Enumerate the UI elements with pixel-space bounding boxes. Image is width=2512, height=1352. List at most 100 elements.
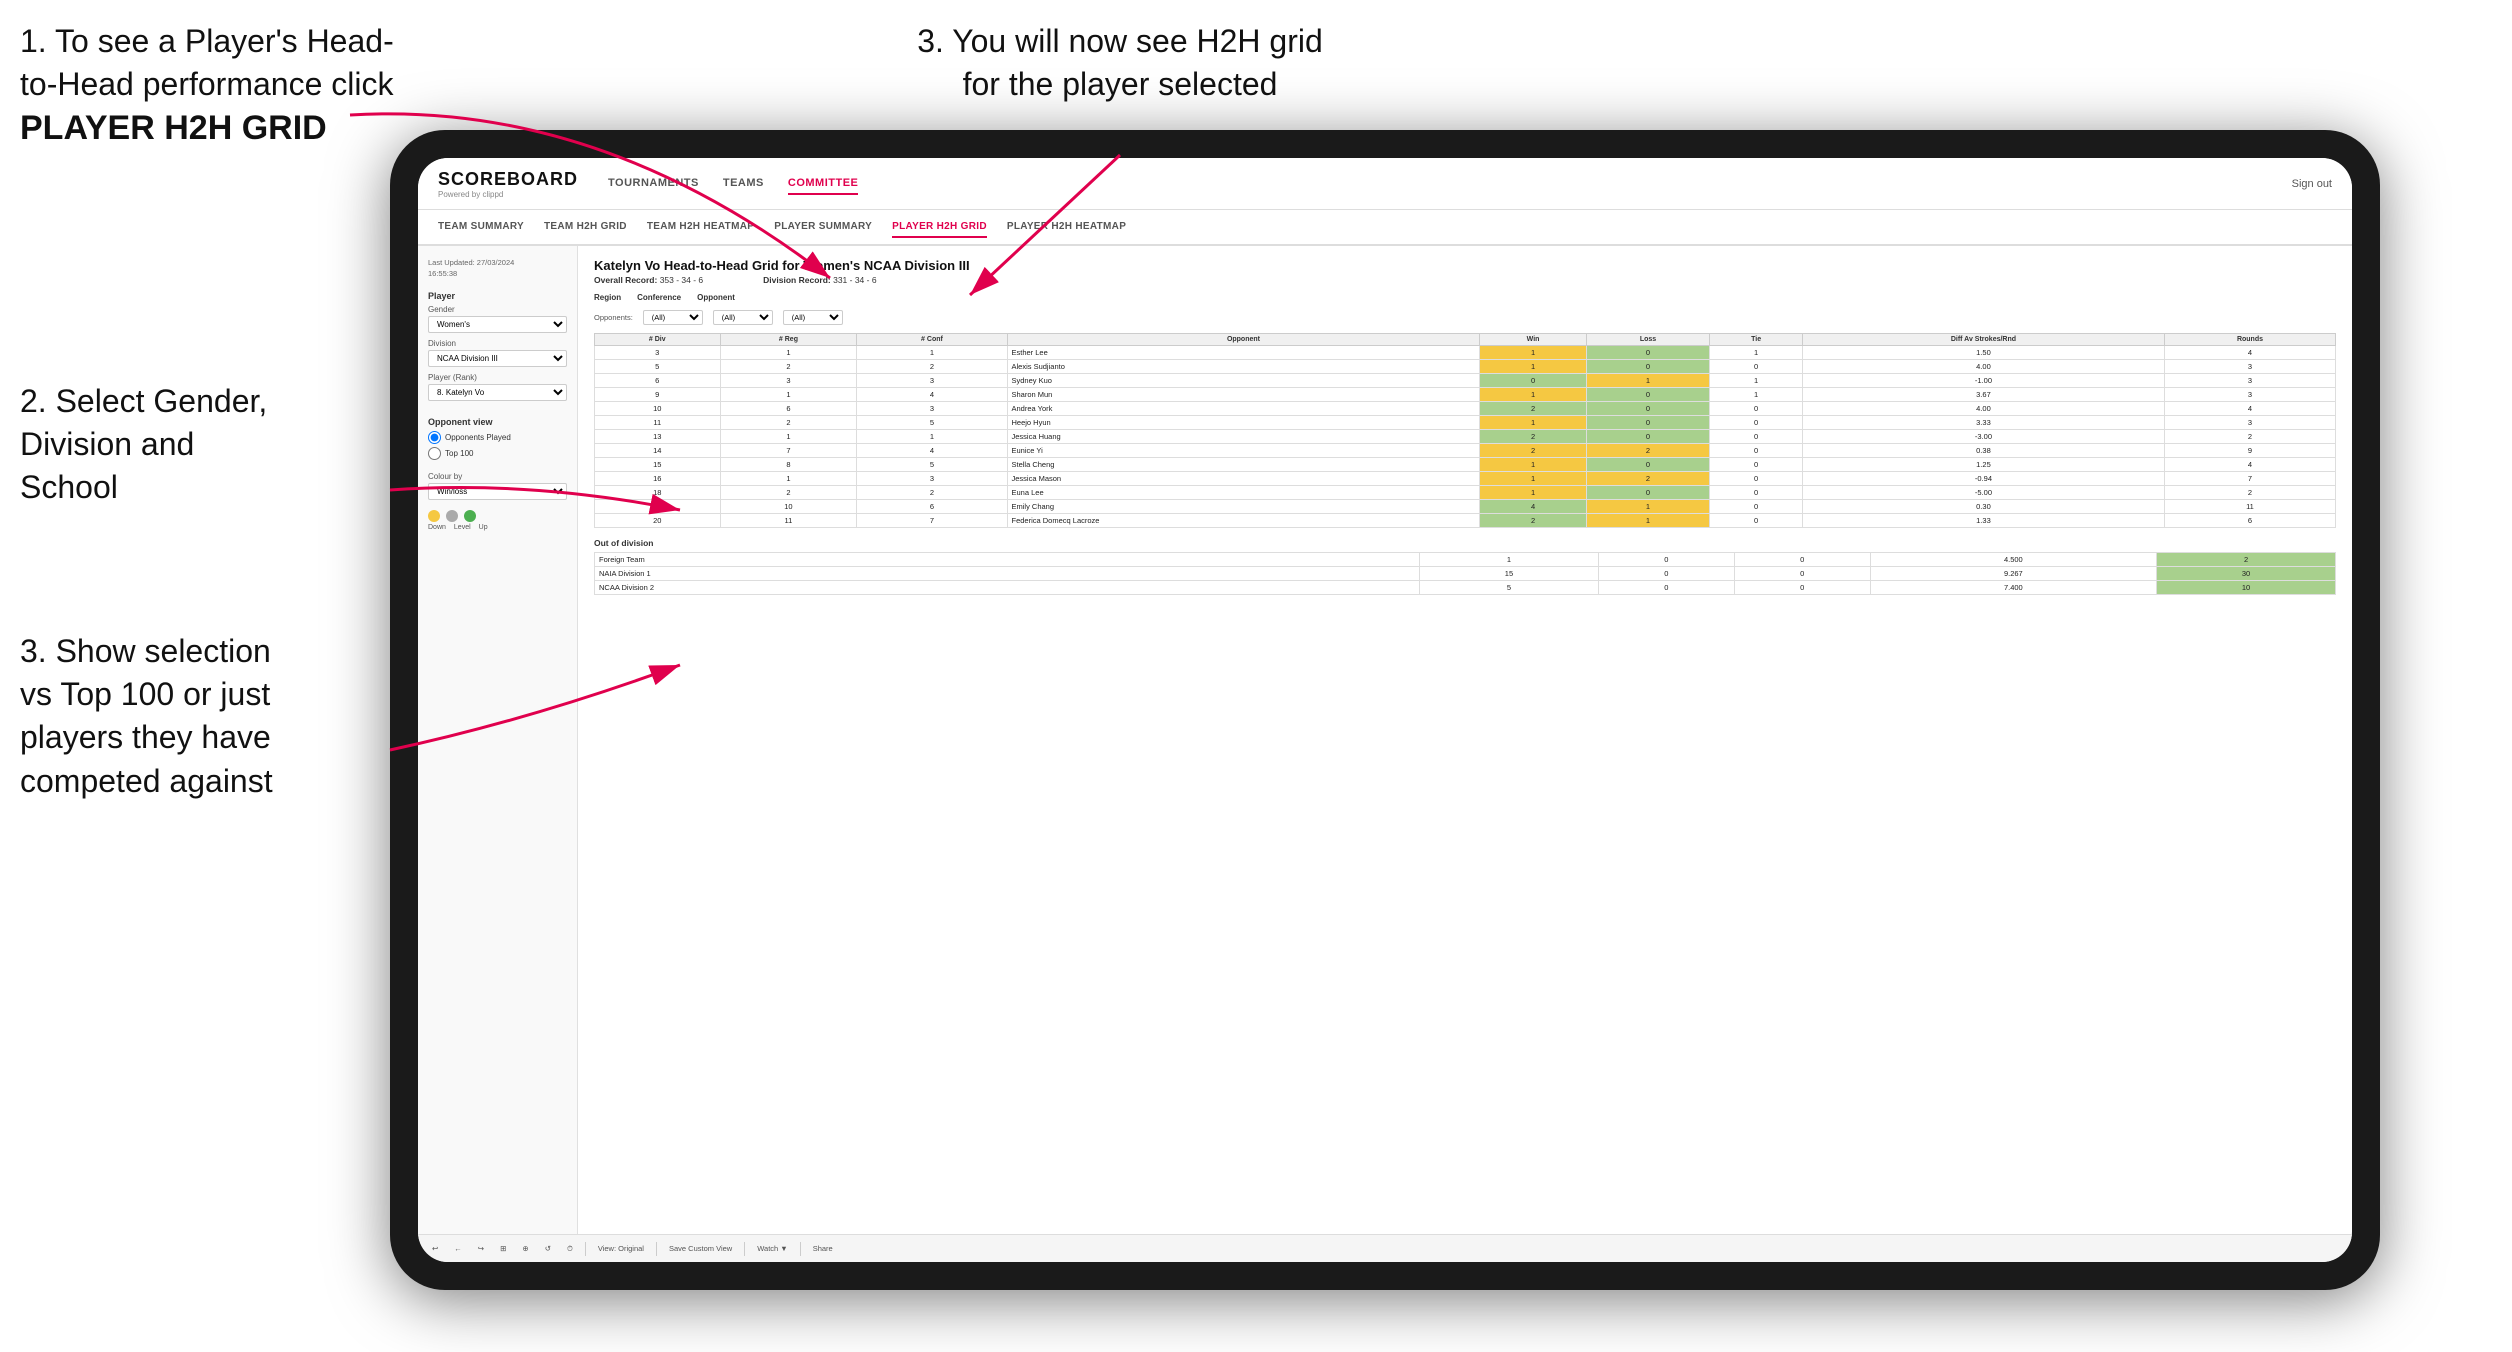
cell-reg: 1: [720, 346, 857, 360]
table-row: 5 2 2 Alexis Sudjianto 1 0 0 4.00 3: [595, 360, 2336, 374]
cell-conf: 1: [857, 430, 1007, 444]
gender-select[interactable]: Women's: [428, 316, 567, 333]
toolbar-grid[interactable]: ⊞: [496, 1242, 510, 1255]
sub-nav-team-heatmap[interactable]: TEAM H2H HEATMAP: [647, 217, 754, 238]
col-rounds: Rounds: [2164, 334, 2335, 346]
ood-diff: 9.267: [1870, 567, 2157, 581]
cell-reg: 2: [720, 416, 857, 430]
toolbar-share[interactable]: Share: [809, 1242, 837, 1255]
table-row: 19 10 6 Emily Chang 4 1 0 0.30 11: [595, 500, 2336, 514]
cell-reg: 7: [720, 444, 857, 458]
ood-table-row: NAIA Division 1 15 0 0 9.267 30: [595, 567, 2336, 581]
ood-rounds: 30: [2157, 567, 2336, 581]
opp-filter-select[interactable]: (All): [783, 310, 843, 325]
cell-div: 11: [595, 416, 721, 430]
out-of-division-table: Foreign Team 1 0 0 4.500 2 NAIA Division…: [594, 552, 2336, 595]
cell-win: 1: [1480, 360, 1586, 374]
cell-loss: 0: [1586, 402, 1710, 416]
instr-tl-1: 1. To see a Player's Head-to-Head perfor…: [20, 23, 394, 102]
cell-rounds: 2: [2164, 430, 2335, 444]
table-row: 6 3 3 Sydney Kuo 0 1 1 -1.00 3: [595, 374, 2336, 388]
cell-win: 1: [1480, 472, 1586, 486]
sub-nav-player-heatmap[interactable]: PLAYER H2H HEATMAP: [1007, 217, 1126, 238]
player-rank-select[interactable]: 8. Katelyn Vo: [428, 384, 567, 401]
down-dot: [428, 510, 440, 522]
cell-opponent: Eunice Yi: [1007, 444, 1480, 458]
nav-committee[interactable]: COMMITTEE: [788, 173, 859, 195]
left-sidebar: Last Updated: 27/03/2024 16:55:38 Player…: [418, 246, 578, 1234]
opponents-filter-select[interactable]: (All): [643, 310, 703, 325]
toolbar-view-original[interactable]: View: Original: [594, 1242, 648, 1255]
cell-div: 3: [595, 346, 721, 360]
toolbar-undo[interactable]: ↩: [428, 1242, 442, 1255]
out-of-division-header: Out of division: [594, 538, 2336, 548]
instr-tr: 3. You will now see H2H gridfor the play…: [917, 23, 1323, 102]
nav-teams[interactable]: TEAMS: [723, 173, 764, 195]
cell-rounds: 6: [2164, 514, 2335, 528]
nav-tournaments[interactable]: TOURNAMENTS: [608, 173, 699, 195]
logo-sub: Powered by clippd: [438, 190, 578, 199]
opponent-view-label: Opponent view: [428, 417, 567, 427]
col-win: Win: [1480, 334, 1586, 346]
cell-rounds: 9: [2164, 444, 2335, 458]
cell-conf: 7: [857, 514, 1007, 528]
tablet-frame: SCOREBOARD Powered by clippd TOURNAMENTS…: [390, 130, 2380, 1290]
ood-tie: 0: [1734, 581, 1870, 595]
ood-diff: 4.500: [1870, 553, 2157, 567]
filter-conference: Conference: [637, 293, 681, 302]
toolbar-add[interactable]: ⊕: [518, 1242, 532, 1255]
bottom-toolbar: ↩ ← ↪ ⊞ ⊕ ↺ ⏱ View: Original Save Custom…: [418, 1234, 2352, 1262]
cell-conf: 4: [857, 388, 1007, 402]
top-100-radio[interactable]: [428, 447, 441, 460]
nav-right: Sign out: [2292, 178, 2332, 190]
toolbar-back[interactable]: ←: [450, 1242, 466, 1255]
ood-rounds: 10: [2157, 581, 2336, 595]
cell-opponent: Euna Lee: [1007, 486, 1480, 500]
cell-loss: 0: [1586, 430, 1710, 444]
cell-tie: 0: [1710, 402, 1803, 416]
player-rank-label: Player (Rank): [428, 373, 567, 382]
down-label: Down: [428, 524, 446, 531]
cell-opponent: Stella Cheng: [1007, 458, 1480, 472]
tablet-screen: SCOREBOARD Powered by clippd TOURNAMENTS…: [418, 158, 2352, 1262]
cell-rounds: 3: [2164, 388, 2335, 402]
colour-select[interactable]: Win/loss: [428, 483, 567, 500]
cell-diff: -1.00: [1802, 374, 2164, 388]
toolbar-save-view[interactable]: Save Custom View: [665, 1242, 736, 1255]
opponents-played-radio[interactable]: [428, 431, 441, 444]
sub-nav-team-summary[interactable]: TEAM SUMMARY: [438, 217, 524, 238]
nav-links: TOURNAMENTS TEAMS COMMITTEE: [608, 173, 2292, 195]
cell-div: 19: [595, 500, 721, 514]
up-label: Up: [479, 524, 488, 531]
toolbar-watch[interactable]: Watch ▼: [753, 1242, 791, 1255]
cell-tie: 0: [1710, 486, 1803, 500]
filter-section: Region Conference Opponent: [594, 293, 2336, 302]
cell-conf: 3: [857, 472, 1007, 486]
cell-opponent: Esther Lee: [1007, 346, 1480, 360]
cell-div: 15: [595, 458, 721, 472]
cell-conf: 4: [857, 444, 1007, 458]
cell-tie: 1: [1710, 374, 1803, 388]
cell-conf: 2: [857, 486, 1007, 500]
overall-record: Overall Record: 353 - 34 - 6: [594, 275, 703, 285]
sub-nav-player-h2h[interactable]: PLAYER H2H GRID: [892, 217, 987, 238]
cell-rounds: 4: [2164, 346, 2335, 360]
sign-out-link[interactable]: Sign out: [2292, 178, 2332, 190]
col-opponent: Opponent: [1007, 334, 1480, 346]
toolbar-timer[interactable]: ⏱: [563, 1242, 577, 1256]
division-select[interactable]: NCAA Division III: [428, 350, 567, 367]
filter-opponent: Opponent: [697, 293, 735, 302]
top-100-row: Top 100: [428, 447, 567, 460]
cell-div: 20: [595, 514, 721, 528]
sub-nav-player-summary[interactable]: PLAYER SUMMARY: [774, 217, 872, 238]
region-filter-title: Region: [594, 293, 621, 302]
conf-filter-select[interactable]: (All): [713, 310, 773, 325]
cell-conf: 6: [857, 500, 1007, 514]
cell-conf: 5: [857, 416, 1007, 430]
sub-nav-team-h2h[interactable]: TEAM H2H GRID: [544, 217, 627, 238]
cell-opponent: Jessica Mason: [1007, 472, 1480, 486]
toolbar-redo[interactable]: ↪: [474, 1242, 488, 1255]
instruction-top-left: 1. To see a Player's Head-to-Head perfor…: [20, 20, 400, 152]
cell-tie: 1: [1710, 388, 1803, 402]
toolbar-refresh[interactable]: ↺: [541, 1242, 555, 1255]
